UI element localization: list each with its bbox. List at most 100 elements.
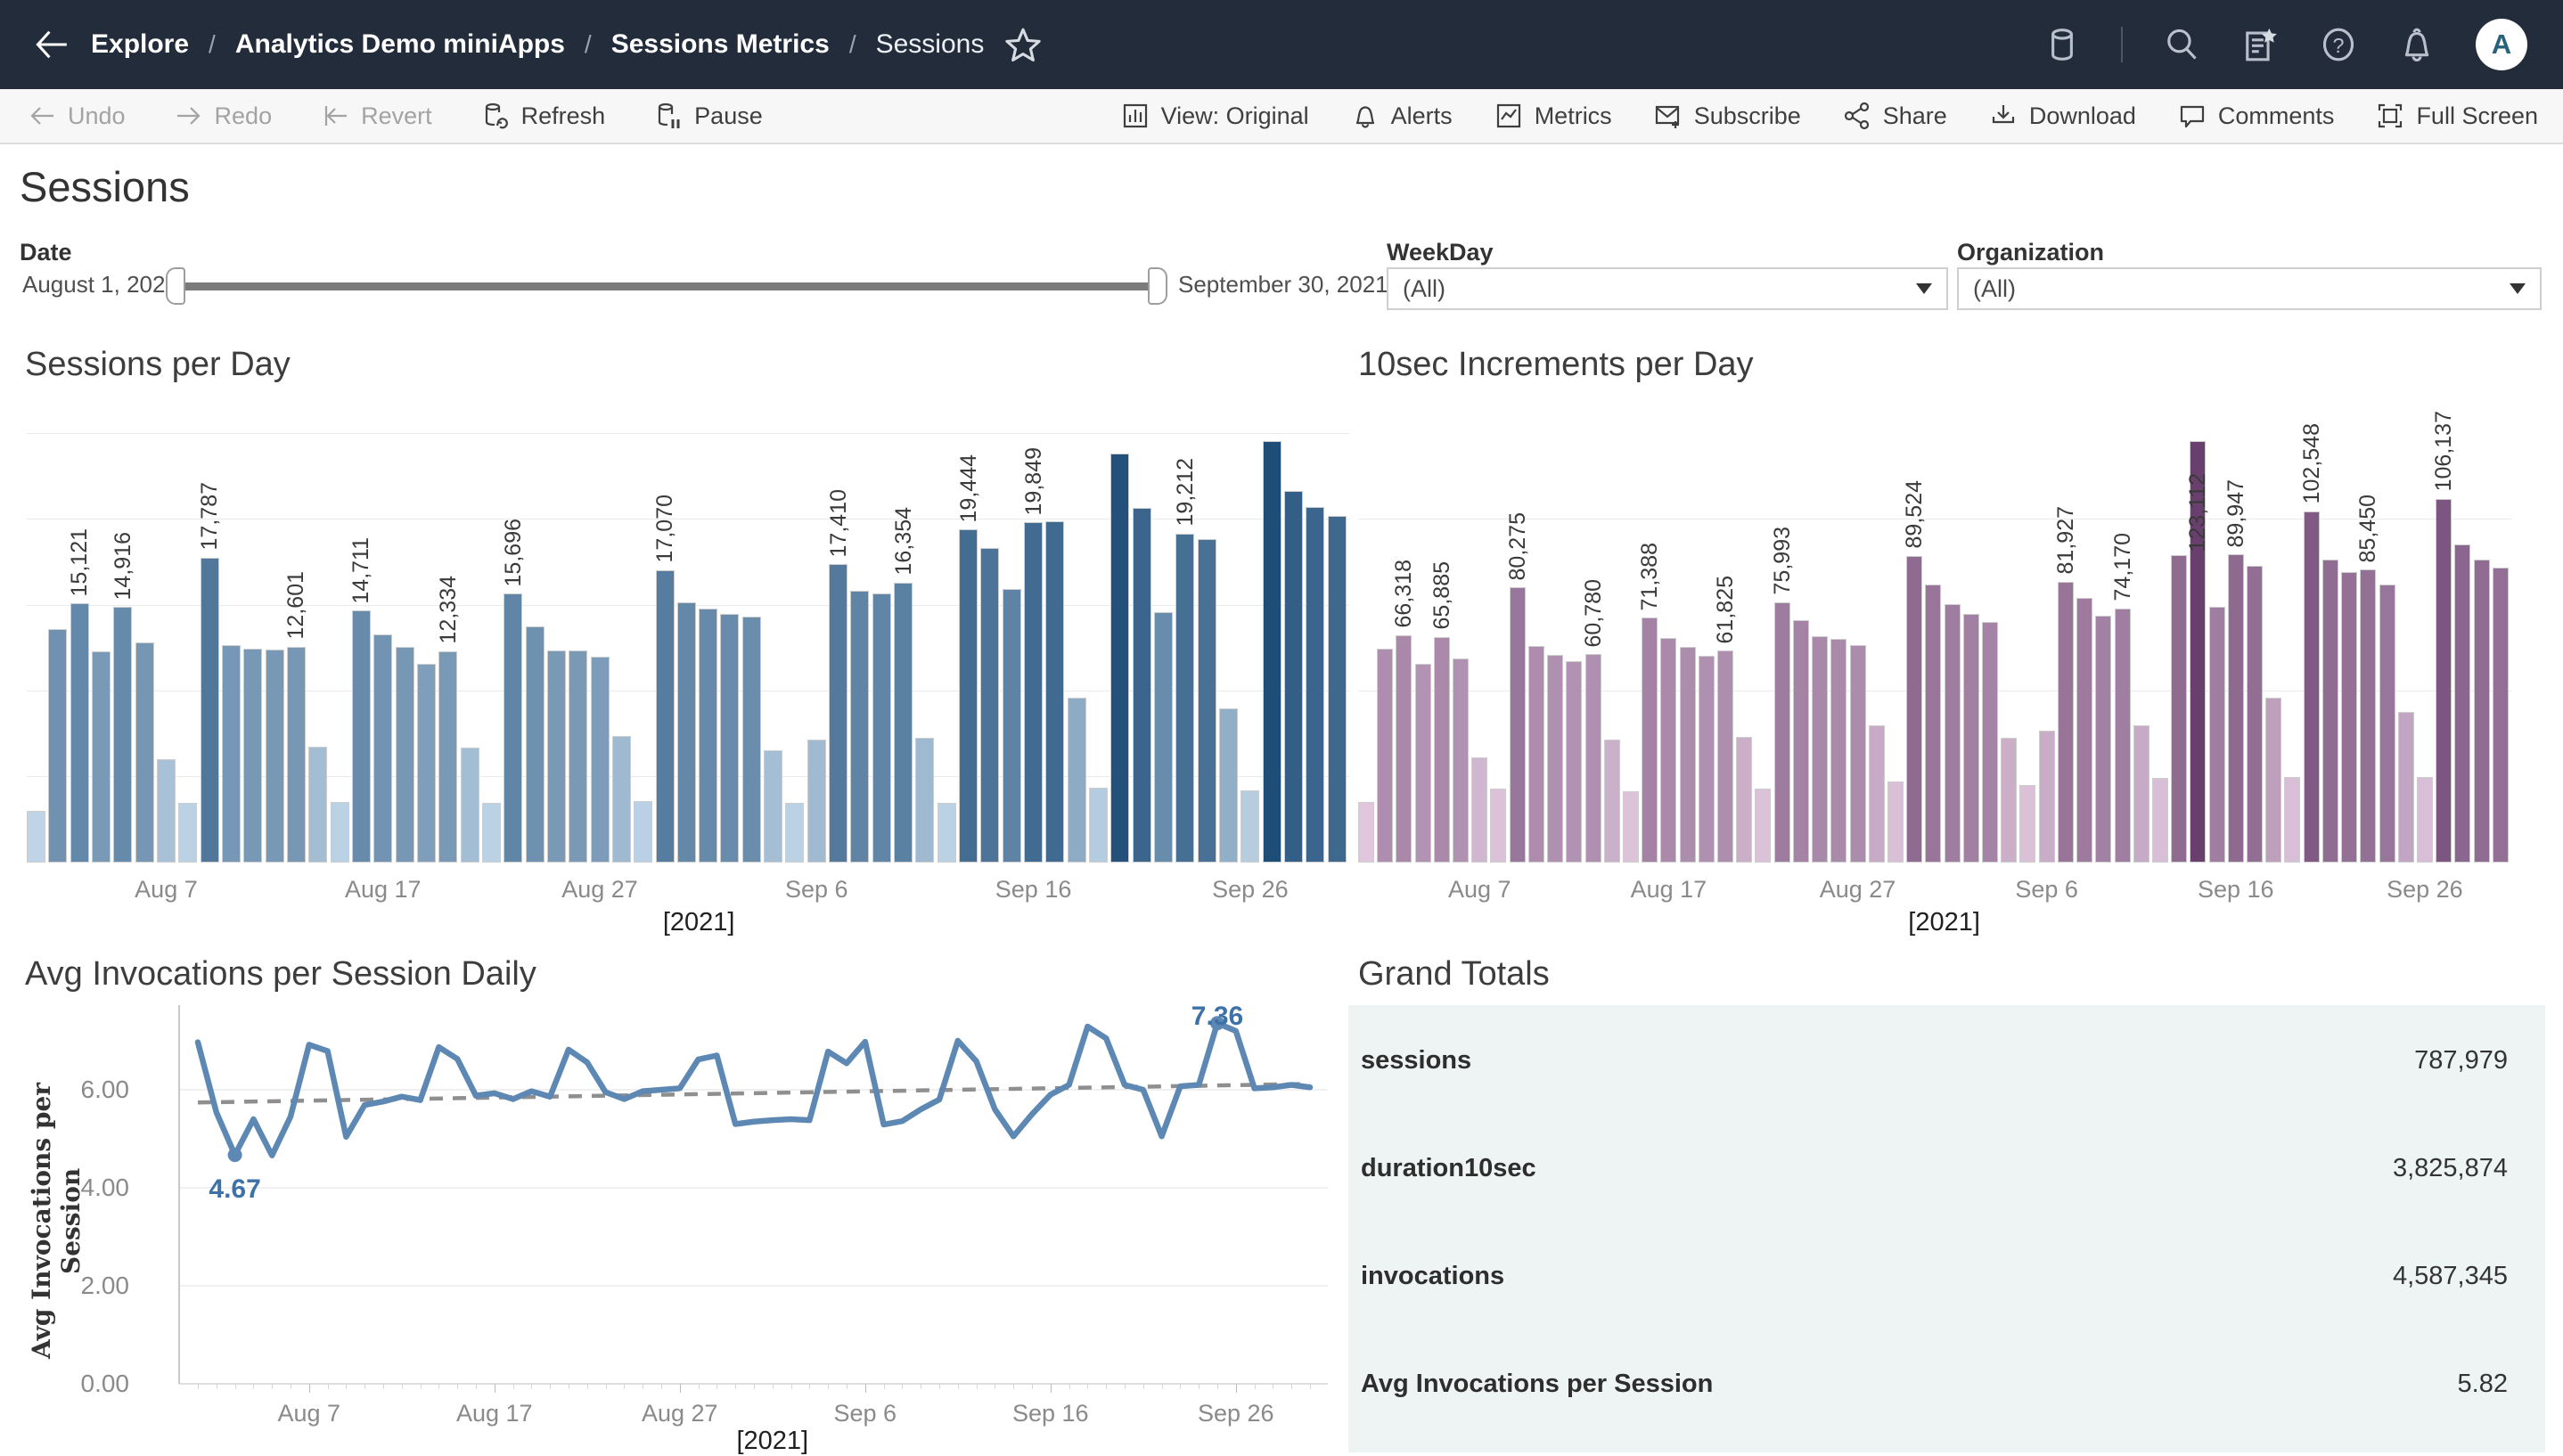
refresh-button[interactable]: Refresh [480, 101, 606, 131]
favorites-list-icon[interactable] [2240, 25, 2280, 64]
bar-Sep 26[interactable] [1241, 790, 1259, 863]
date-slider-track[interactable] [175, 282, 1155, 290]
bar-Sep 29[interactable] [2474, 560, 2490, 863]
bar-Aug 7[interactable] [157, 759, 176, 863]
bar-Sep 8[interactable] [2076, 598, 2092, 863]
bar-Aug 18[interactable] [1680, 647, 1696, 863]
bar-Sep 22[interactable] [1154, 612, 1173, 863]
bar-Aug 11[interactable] [1547, 655, 1563, 863]
bar-Aug 28[interactable] [612, 736, 631, 863]
breadcrumb-explore[interactable]: Explore [91, 29, 189, 60]
bar-Aug 5[interactable] [113, 607, 132, 863]
bar-Aug 2[interactable] [48, 629, 67, 863]
bar-Aug 6[interactable] [1453, 658, 1469, 863]
bar-Aug 24[interactable] [1793, 620, 1809, 863]
bar-Aug 4[interactable] [92, 651, 111, 863]
bar-Sep 24[interactable] [1198, 539, 1216, 863]
bar-Aug 4[interactable] [1415, 664, 1431, 863]
bar-Aug 27[interactable] [1850, 645, 1866, 863]
bar-Aug 14[interactable] [308, 747, 327, 863]
alerts-button[interactable]: Alerts [1350, 101, 1453, 131]
bar-Sep 12[interactable] [938, 803, 956, 863]
bar-Aug 1[interactable] [1358, 802, 1374, 863]
organization-dropdown[interactable]: (All) [1957, 267, 2542, 310]
date-slider-handle-start[interactable] [166, 267, 185, 305]
bar-Aug 16[interactable] [1642, 618, 1658, 863]
bar-Sep 18[interactable] [2265, 698, 2281, 863]
bar-Sep 5[interactable] [785, 803, 804, 863]
bar-Aug 23[interactable] [504, 593, 522, 863]
bar-Aug 11[interactable] [243, 649, 262, 863]
bar-Aug 27[interactable] [591, 657, 610, 863]
bar-Aug 5[interactable] [1434, 637, 1450, 863]
bar-Aug 3[interactable] [1396, 635, 1412, 863]
bar-Aug 31[interactable] [1925, 585, 1941, 863]
bar-Sep 21[interactable] [1133, 508, 1151, 863]
breadcrumb-project[interactable]: Analytics Demo miniApps [235, 29, 565, 60]
bar-Sep 4[interactable] [2001, 738, 2017, 863]
bar-Sep 7[interactable] [2058, 582, 2074, 863]
bar-Aug 17[interactable] [373, 634, 392, 863]
bar-Sep 6[interactable] [2039, 731, 2055, 863]
search-icon[interactable] [2162, 25, 2201, 64]
bar-Aug 22[interactable] [1755, 789, 1771, 863]
bar-Sep 25[interactable] [2398, 712, 2414, 863]
bar-Aug 12[interactable] [1566, 661, 1582, 863]
bar-Aug 19[interactable] [1699, 656, 1715, 863]
help-icon[interactable]: ? [2319, 25, 2358, 64]
bar-Aug 22[interactable] [482, 803, 501, 863]
bar-Aug 31[interactable] [677, 602, 696, 863]
bar-Sep 26[interactable] [2417, 777, 2433, 863]
bar-Sep 15[interactable] [2209, 607, 2225, 863]
bar-Sep 28[interactable] [2454, 544, 2470, 863]
bar-Sep 8[interactable] [850, 591, 869, 863]
breadcrumb-workbook[interactable]: Sessions Metrics [611, 29, 830, 60]
notifications-bell-icon[interactable] [2397, 25, 2436, 64]
bar-Sep 17[interactable] [2247, 566, 2263, 863]
bar-Aug 21[interactable] [461, 748, 479, 863]
bar-Aug 30[interactable] [656, 570, 675, 863]
bar-Aug 20[interactable] [1717, 650, 1733, 863]
bar-Sep 16[interactable] [1024, 522, 1043, 863]
bar-Aug 8[interactable] [178, 803, 197, 863]
weekday-dropdown[interactable]: (All) [1387, 267, 1948, 310]
user-avatar[interactable]: A [2476, 19, 2527, 70]
bar-Aug 9[interactable] [201, 558, 219, 863]
metrics-button[interactable]: Metrics [1494, 101, 1612, 131]
bar-Aug 2[interactable] [1377, 649, 1393, 863]
tensec-increments-chart[interactable]: 66,31865,88580,27560,78071,38861,82575,9… [1358, 417, 2511, 863]
bar-Sep 23[interactable] [1175, 534, 1194, 863]
bar-Aug 24[interactable] [526, 626, 545, 863]
bar-Aug 10[interactable] [222, 645, 241, 863]
data-point-marker[interactable] [228, 1148, 242, 1162]
bar-Sep 2[interactable] [720, 614, 739, 863]
back-arrow-icon[interactable] [32, 25, 71, 64]
bar-Sep 25[interactable] [1219, 708, 1238, 863]
bar-Sep 28[interactable] [1284, 491, 1303, 863]
bar-Aug 16[interactable] [352, 610, 371, 863]
bar-Sep 18[interactable] [1068, 698, 1086, 863]
bar-Aug 13[interactable] [287, 647, 306, 863]
bar-Sep 2[interactable] [1963, 614, 1979, 863]
bar-Sep 16[interactable] [2228, 554, 2244, 863]
revert-button[interactable]: Revert [320, 101, 432, 131]
bar-Sep 9[interactable] [2095, 616, 2111, 863]
bar-Aug 14[interactable] [1604, 740, 1620, 863]
bar-Sep 20[interactable] [2304, 511, 2320, 863]
bar-Aug 8[interactable] [1490, 789, 1506, 863]
bar-Aug 1[interactable] [27, 811, 45, 863]
bar-Sep 10[interactable] [894, 583, 913, 863]
data-source-icon[interactable] [2043, 25, 2082, 64]
bar-Sep 4[interactable] [764, 750, 782, 863]
bar-Aug 30[interactable] [1906, 556, 1922, 863]
bar-Sep 10[interactable] [2115, 609, 2131, 863]
favorite-star-icon[interactable] [1003, 25, 1043, 64]
bar-Sep 23[interactable] [2360, 569, 2376, 863]
bar-Aug 15[interactable] [1623, 791, 1639, 863]
bar-Aug 29[interactable] [1887, 781, 1904, 863]
bar-Aug 13[interactable] [1585, 654, 1601, 863]
bar-Sep 11[interactable] [915, 738, 934, 863]
bar-Aug 26[interactable] [1830, 639, 1847, 863]
bar-Sep 13[interactable] [2171, 555, 2187, 863]
bar-Sep 19[interactable] [2284, 777, 2300, 863]
